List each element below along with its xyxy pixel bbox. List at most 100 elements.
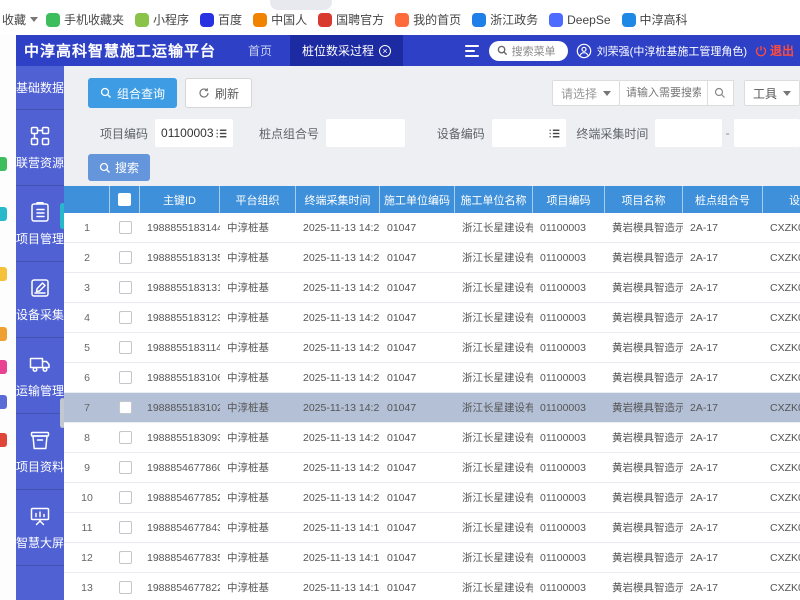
column-header-unit-code[interactable]: 施工单位编码 (380, 186, 455, 213)
column-header-id[interactable]: 主键ID (140, 186, 220, 213)
cutoff-icon (0, 360, 7, 374)
collect-time-start-input[interactable] (655, 120, 721, 146)
favorites-menu[interactable]: 收藏 (2, 11, 38, 28)
search-button[interactable]: 搜索 (88, 154, 150, 181)
browser-tab-shadow (270, 0, 332, 10)
table-row[interactable]: 6 1988855183106... 中淳桩基 2025-11-13 14:2.… (64, 363, 800, 393)
menu-icon[interactable] (465, 45, 479, 57)
cell-unit-name: 浙江长星建设有... (455, 363, 533, 392)
table-row[interactable]: 5 1988855183114... 中淳桩基 2025-11-13 14:2.… (64, 333, 800, 363)
logout-button[interactable]: 退出 (755, 42, 794, 59)
table-row[interactable]: 2 1988855183135... 中淳桩基 2025-11-13 14:2.… (64, 243, 800, 273)
row-checkbox[interactable] (119, 341, 132, 354)
bookmark-item[interactable]: 手机收藏夹 (46, 11, 124, 28)
table-row[interactable]: 8 1988855183093... 中淳桩基 2025-11-13 14:2.… (64, 423, 800, 453)
cell-project-name: 黄岩模具智造示... (605, 243, 683, 272)
field-select[interactable]: 请选择 (552, 80, 620, 106)
row-checkbox-cell (110, 363, 140, 392)
cell-unit-code: 01047 (380, 273, 455, 302)
cell-device-code: CXZK0 (763, 303, 800, 332)
row-checkbox[interactable] (119, 311, 132, 324)
cell-project-name: 黄岩模具智造示... (605, 393, 683, 422)
bookmark-item[interactable]: 浙江政务 (472, 11, 538, 28)
sidebar-item-project-files[interactable]: 项目资料 (16, 414, 64, 490)
column-header-pile-group[interactable]: 桩点组合号 (683, 186, 763, 213)
table-row[interactable]: 1 1988855183144... 中淳桩基 2025-11-13 14:2.… (64, 213, 800, 243)
column-header-project-name[interactable]: 项目名称 (605, 186, 683, 213)
column-header-org[interactable]: 平台组织 (220, 186, 296, 213)
row-checkbox[interactable] (119, 221, 132, 234)
cell-unit-code: 01047 (380, 483, 455, 512)
sidebar-item-device-collection[interactable]: 设备采集 (16, 262, 64, 338)
list-picker-icon[interactable] (215, 127, 228, 140)
close-tab-icon[interactable]: × (379, 45, 391, 57)
tools-button[interactable]: 工具 (744, 80, 800, 106)
row-checkbox[interactable] (119, 251, 132, 264)
cell-project-name: 黄岩模具智造示... (605, 303, 683, 332)
row-checkbox[interactable] (119, 371, 132, 384)
left-edge-strip (0, 35, 16, 600)
row-checkbox-cell (110, 213, 140, 242)
table-row[interactable]: 13 1988854677822... 中淳桩基 2025-11-13 14:1… (64, 573, 800, 600)
row-checkbox[interactable] (119, 551, 132, 564)
cell-pile-group: 2A-17 (683, 273, 763, 302)
row-checkbox[interactable] (119, 401, 132, 414)
bookmark-item[interactable]: DeepSe (549, 13, 610, 27)
table-row[interactable]: 10 1988854677852... 中淳桩基 2025-11-13 14:2… (64, 483, 800, 513)
row-checkbox[interactable] (119, 521, 132, 534)
sidebar-item-smart-screen[interactable]: 智慧大屏 (16, 490, 64, 566)
cutoff-icon (0, 207, 7, 221)
row-checkbox-cell (110, 543, 140, 572)
combo-query-button[interactable]: 组合查询 (88, 78, 177, 108)
cell-time: 2025-11-13 14:2... (296, 333, 380, 362)
bookmark-item[interactable]: 中国人 (253, 11, 307, 28)
row-checkbox[interactable] (119, 281, 132, 294)
list-picker-icon[interactable] (548, 127, 561, 140)
table-row[interactable]: 11 1988854677843... 中淳桩基 2025-11-13 14:1… (64, 513, 800, 543)
pile-group-input[interactable] (326, 120, 405, 146)
sidebar-item-basic-data[interactable]: 基础数据 (16, 66, 64, 110)
cell-org: 中淳桩基 (220, 573, 296, 600)
collect-time-end-input[interactable] (734, 120, 800, 146)
column-header-time[interactable]: 终端采集时间 (296, 186, 380, 213)
row-checkbox[interactable] (119, 431, 132, 444)
table-row[interactable]: 3 1988855183131... 中淳桩基 2025-11-13 14:2.… (64, 273, 800, 303)
sidebar-item-joint-resources[interactable]: 联营资源 (16, 110, 64, 186)
table-row[interactable]: 7 1988855183102... 中淳桩基 2025-11-13 14:2.… (64, 393, 800, 423)
sidebar-item-project-management[interactable]: 项目管理 (16, 186, 64, 262)
row-checkbox[interactable] (119, 581, 132, 594)
row-checkbox[interactable] (119, 491, 132, 504)
column-header-unit-name[interactable]: 施工单位名称 (455, 186, 533, 213)
table-row[interactable]: 9 1988854677860... 中淳桩基 2025-11-13 14:2.… (64, 453, 800, 483)
table-search-button[interactable] (708, 80, 734, 106)
select-all-checkbox[interactable] (118, 193, 131, 206)
table-row[interactable]: 12 1988854677835... 中淳桩基 2025-11-13 14:1… (64, 543, 800, 573)
tablet-pen-icon (28, 276, 52, 300)
cell-project-code: 01100003 (533, 543, 605, 572)
sidebar-item-transport-management[interactable]: 运输管理 (16, 338, 64, 414)
bookmark-item[interactable]: 小程序 (135, 11, 189, 28)
bookmark-item[interactable]: 国聘官方 (318, 11, 384, 28)
bookmark-icon (395, 13, 409, 27)
column-header-device-code[interactable]: 设备编码 (763, 186, 800, 213)
cell-org: 中淳桩基 (220, 423, 296, 452)
tab-pile-data-collection[interactable]: 桩位数采过程 × (290, 35, 403, 66)
cell-id: 1988854677822... (140, 573, 220, 600)
cell-pile-group: 2A-17 (683, 213, 763, 242)
user-box[interactable]: 刘荣强(中淳桩基施工管理角色) (576, 43, 747, 59)
menu-search-input[interactable]: 搜索菜单 (489, 41, 568, 61)
cell-project-name: 黄岩模具智造示... (605, 273, 683, 302)
column-header-project-code[interactable]: 项目编码 (533, 186, 605, 213)
table-search-input[interactable] (620, 80, 708, 106)
tab-home[interactable]: 首页 (230, 35, 290, 66)
refresh-button[interactable]: 刷新 (185, 78, 252, 108)
bookmark-item[interactable]: 中淳高科 (622, 11, 688, 28)
cell-project-name: 黄岩模具智造示... (605, 213, 683, 242)
table-row[interactable]: 4 1988855183123... 中淳桩基 2025-11-13 14:2.… (64, 303, 800, 333)
cell-time: 2025-11-13 14:2... (296, 393, 380, 422)
bookmark-item[interactable]: 百度 (200, 11, 242, 28)
cell-device-code: CXZK0 (763, 393, 800, 422)
row-checkbox[interactable] (119, 461, 132, 474)
cell-project-code: 01100003 (533, 333, 605, 362)
bookmark-item[interactable]: 我的首页 (395, 11, 461, 28)
